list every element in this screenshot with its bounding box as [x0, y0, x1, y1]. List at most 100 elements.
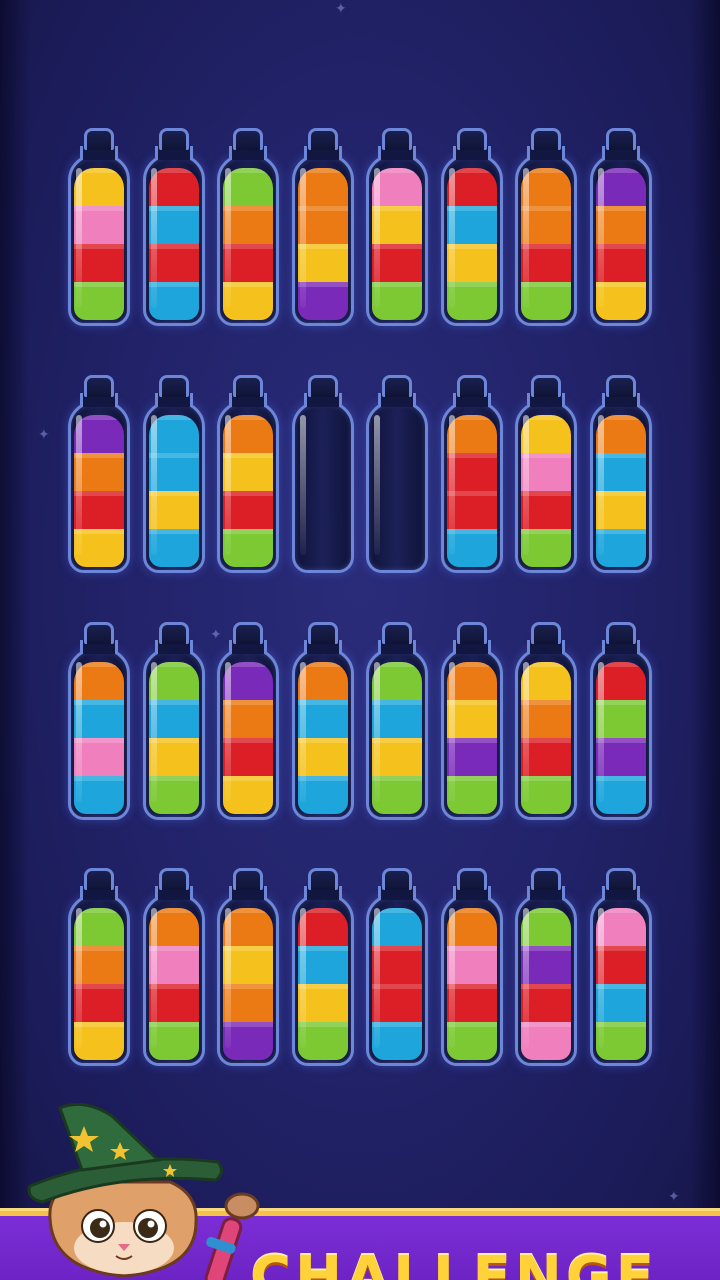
bottle[interactable]	[515, 622, 577, 822]
liquid-layer-red	[74, 491, 124, 529]
liquid-stack	[447, 662, 497, 814]
bottle[interactable]	[217, 622, 279, 822]
liquid-layer-green	[372, 282, 422, 320]
liquid-stack	[223, 168, 273, 320]
bottle[interactable]	[217, 128, 279, 328]
liquid-stack	[372, 908, 422, 1060]
liquid-layer-orange	[298, 168, 348, 206]
liquid-stack	[74, 662, 124, 814]
bottle-row-1	[68, 128, 658, 328]
liquid-layer-green	[596, 700, 646, 738]
bottle-cap	[382, 622, 412, 644]
bottle[interactable]	[143, 128, 205, 328]
liquid-layer-orange	[447, 415, 497, 453]
bottle[interactable]	[366, 868, 428, 1068]
bottle[interactable]	[441, 128, 503, 328]
bottle-cap	[606, 868, 636, 890]
bottle[interactable]	[515, 128, 577, 328]
liquid-stack	[596, 662, 646, 814]
liquid-layer-yellow	[149, 738, 199, 776]
bottle-row-2	[68, 375, 658, 575]
liquid-layer-orange	[149, 908, 199, 946]
bottle-body	[515, 154, 577, 326]
bottle-body	[143, 894, 205, 1066]
bottle-cap	[606, 375, 636, 397]
liquid-layer-yellow	[74, 1022, 124, 1060]
bottle[interactable]	[292, 622, 354, 822]
bottle-cap	[159, 128, 189, 150]
sparkle-icon: ✦	[668, 1189, 680, 1205]
bottle-body	[292, 648, 354, 820]
bottle[interactable]	[441, 375, 503, 575]
liquid-layer-yellow	[372, 206, 422, 244]
liquid-layer-green	[149, 776, 199, 814]
bottle[interactable]	[515, 868, 577, 1068]
bottle-cap	[531, 128, 561, 150]
bottle-body	[217, 154, 279, 326]
liquid-layer-green	[447, 282, 497, 320]
bottle[interactable]	[590, 375, 652, 575]
liquid-stack	[223, 415, 273, 567]
bottle-cap	[382, 128, 412, 150]
bottle-body	[366, 894, 428, 1066]
bottle-cap	[457, 128, 487, 150]
bottle-cap	[457, 622, 487, 644]
liquid-layer-yellow	[223, 776, 273, 814]
liquid-layer-yellow	[596, 491, 646, 529]
liquid-layer-blue	[596, 453, 646, 491]
bottle-cap	[531, 868, 561, 890]
liquid-layer-red	[298, 908, 348, 946]
liquid-layer-pink	[149, 946, 199, 984]
bottle[interactable]	[292, 868, 354, 1068]
bottle[interactable]	[143, 868, 205, 1068]
bottle[interactable]	[590, 868, 652, 1068]
bottle[interactable]	[68, 868, 130, 1068]
liquid-stack	[223, 662, 273, 814]
bottle-cap	[531, 622, 561, 644]
liquid-layer-red	[74, 984, 124, 1022]
bottle-cap	[531, 375, 561, 397]
liquid-layer-orange	[298, 206, 348, 244]
bottle[interactable]	[441, 868, 503, 1068]
bottle[interactable]	[515, 375, 577, 575]
empty-bottle[interactable]	[366, 375, 428, 575]
bottle[interactable]	[217, 868, 279, 1068]
bottle[interactable]	[292, 128, 354, 328]
liquid-stack	[596, 908, 646, 1060]
bottle[interactable]	[217, 375, 279, 575]
liquid-layer-orange	[596, 415, 646, 453]
liquid-layer-yellow	[447, 700, 497, 738]
bottle[interactable]	[441, 622, 503, 822]
liquid-layer-blue	[596, 529, 646, 567]
bottle-body	[590, 154, 652, 326]
liquid-stack	[74, 908, 124, 1060]
empty-bottle[interactable]	[292, 375, 354, 575]
bottle[interactable]	[68, 622, 130, 822]
bottle[interactable]	[68, 375, 130, 575]
liquid-layer-green	[223, 529, 273, 567]
bottle[interactable]	[590, 622, 652, 822]
bottle-body	[441, 154, 503, 326]
bottle[interactable]	[366, 128, 428, 328]
liquid-layer-blue	[298, 700, 348, 738]
wand-icon	[204, 1192, 260, 1280]
liquid-layer-green	[596, 1022, 646, 1060]
liquid-layer-green	[298, 1022, 348, 1060]
liquid-layer-red	[447, 984, 497, 1022]
liquid-stack	[298, 168, 348, 320]
bottle[interactable]	[590, 128, 652, 328]
liquid-layer-purple	[596, 168, 646, 206]
cat-head	[48, 1180, 198, 1278]
liquid-stack	[521, 168, 571, 320]
bottle[interactable]	[143, 622, 205, 822]
liquid-layer-orange	[223, 984, 273, 1022]
liquid-layer-orange	[596, 206, 646, 244]
bottle-body	[590, 401, 652, 573]
bottle[interactable]	[366, 622, 428, 822]
bottle[interactable]	[143, 375, 205, 575]
bottle-cap	[457, 868, 487, 890]
bottle-cap	[308, 128, 338, 150]
liquid-layer-purple	[223, 1022, 273, 1060]
bottle[interactable]	[68, 128, 130, 328]
bottle-cap	[84, 622, 114, 644]
